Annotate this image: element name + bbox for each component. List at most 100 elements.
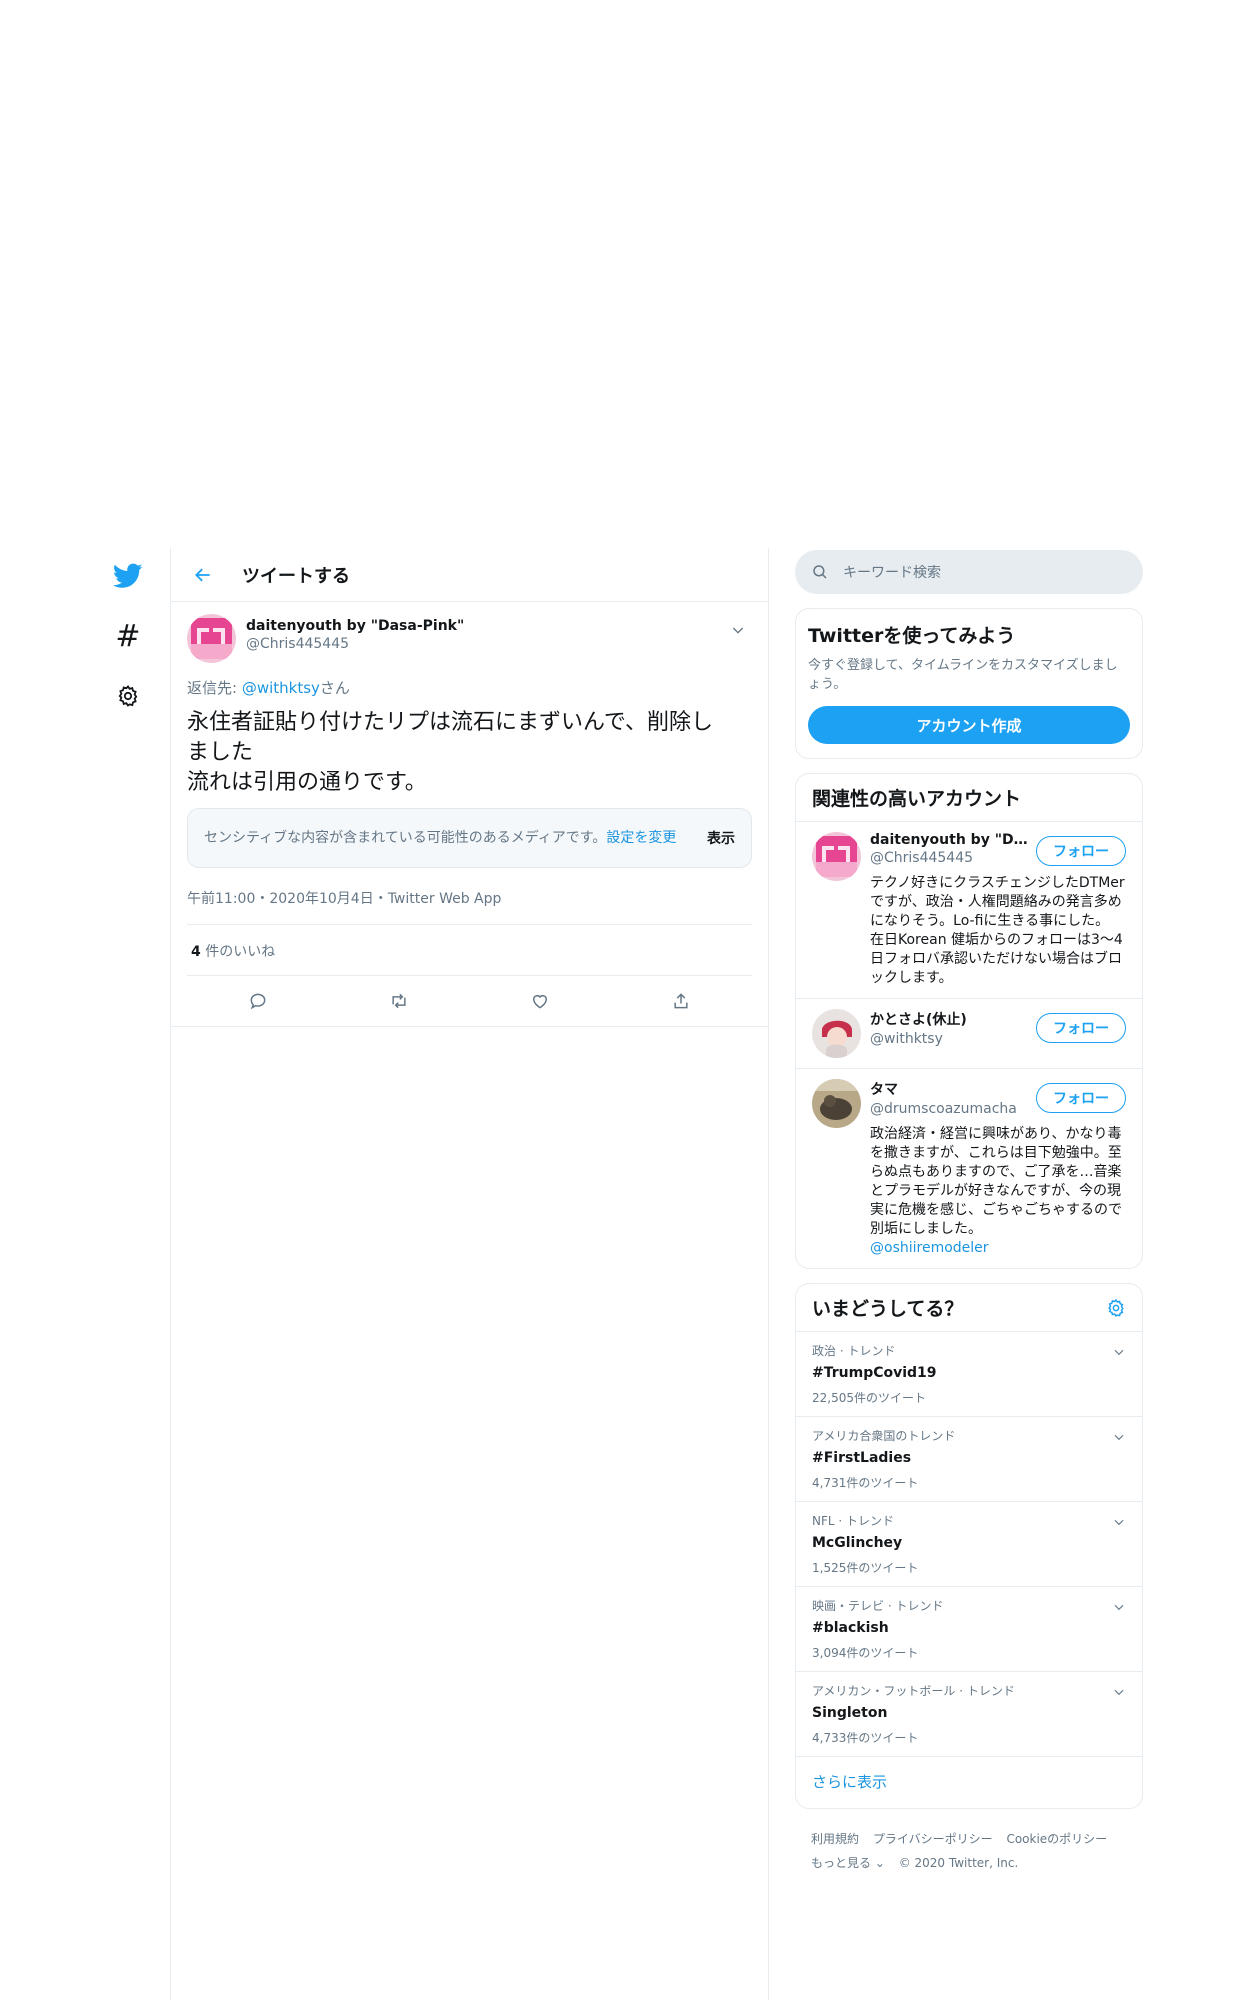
account-item[interactable]: かとさよ(休止) @withktsy フォロー	[796, 999, 1142, 1069]
user-block: daitenyouth by "Dasa-Pink" @Chris445445	[246, 614, 464, 652]
account-name[interactable]: タマ	[870, 1079, 1030, 1099]
account-bio-link[interactable]: @oshiiremodeler	[870, 1240, 989, 1256]
avatar[interactable]	[812, 1009, 861, 1058]
sensitive-message: センシティブな内容が含まれている可能性のあるメディアです。	[204, 829, 607, 846]
copyright: © 2020 Twitter, Inc.	[898, 1856, 1019, 1870]
signup-subtitle: 今すぐ登録して、タイムラインをカスタマイズしましょう。	[808, 658, 1118, 692]
trends-title: いまどうしてる？	[812, 1298, 964, 1320]
hashtag-icon[interactable]: #	[100, 608, 156, 664]
show-more-link[interactable]: さらに表示	[796, 1757, 1142, 1808]
tweet-text-line: 永住者証貼り付けたリプは流石にまずいんで、削除し	[187, 710, 714, 735]
twitter-bird-icon[interactable]	[100, 548, 156, 604]
back-arrow-icon	[195, 568, 210, 581]
create-account-button[interactable]: アカウント作成	[808, 706, 1130, 744]
tweet-text-line: 流れは引用の通りです。	[187, 770, 427, 795]
signup-title: Twitterを使ってみよう	[808, 625, 1016, 647]
trend-item[interactable]: アメリカン・フットボール · トレンド Singleton 4,733件のツイー…	[796, 1672, 1142, 1757]
trend-name: Singleton	[812, 1705, 888, 1721]
trend-item[interactable]: アメリカ合衆国のトレンド #FirstLadies 4,731件のツイート	[796, 1417, 1142, 1502]
trend-item[interactable]: 映画・テレビ · トレンド #blackish 3,094件のツイート	[796, 1587, 1142, 1672]
trend-count: 4,733件のツイート	[812, 1731, 919, 1745]
more-link[interactable]: もっと見る ⌄	[811, 1856, 885, 1870]
terms-link[interactable]: 利用規約	[811, 1832, 859, 1846]
sensitive-media-notice: センシティブな内容が含まれている可能性のあるメディアです。設定を変更 表示	[187, 808, 752, 868]
trend-name: #blackish	[812, 1620, 889, 1636]
trend-count: 22,505件のツイート	[812, 1391, 926, 1405]
trend-name: McGlinchey	[812, 1535, 903, 1551]
share-icon[interactable]	[661, 981, 701, 1021]
likes-number: 4	[191, 944, 201, 960]
follow-button[interactable]: フォロー	[1036, 1083, 1126, 1113]
account-item[interactable]: daitenyouth by "Dasa... @Chris445445 テクノ…	[796, 822, 1142, 999]
signup-card: Twitterを使ってみよう 今すぐ登録して、タイムラインをカスタマイズしましょ…	[795, 608, 1143, 759]
trend-item[interactable]: 政治 · トレンド #TrumpCovid19 22,505件のツイート	[796, 1332, 1142, 1417]
related-title: 関連性の高いアカウント	[812, 788, 1022, 810]
hashtag-glyph: #	[115, 618, 141, 654]
tweet-divider	[171, 1026, 768, 1027]
chevron-down-icon[interactable]	[730, 622, 746, 642]
reply-prefix: 返信先:	[187, 679, 242, 697]
search-input[interactable]: キーワード検索	[843, 562, 941, 582]
tweet-meta[interactable]: 午前11:00・2020年10月4日・Twitter Web App	[187, 888, 752, 925]
trend-count: 1,525件のツイート	[812, 1561, 919, 1575]
likes-count[interactable]: 4 件のいいね	[187, 925, 752, 976]
privacy-link[interactable]: プライバシーポリシー	[873, 1832, 993, 1846]
back-button[interactable]	[189, 561, 217, 589]
trend-count: 3,094件のツイート	[812, 1646, 919, 1660]
related-header: 関連性の高いアカウント	[796, 774, 1142, 822]
related-accounts-card: 関連性の高いアカウント daitenyouth by "Dasa... @Chr…	[795, 773, 1143, 1269]
footer: 利用規約 プライバシーポリシー Cookieのポリシー もっと見る ⌄ © 20…	[795, 1827, 1143, 1875]
user-handle[interactable]: @Chris445445	[246, 636, 464, 652]
trend-context: NFL · トレンド	[812, 1514, 895, 1528]
chevron-down-icon[interactable]	[1112, 1429, 1126, 1448]
trends-settings-gear-icon[interactable]	[1106, 1298, 1126, 1318]
trend-item[interactable]: NFL · トレンド McGlinchey 1,525件のツイート	[796, 1502, 1142, 1587]
right-sidebar: キーワード検索 Twitterを使ってみよう 今すぐ登録して、タイムラインをカス…	[795, 550, 1143, 1875]
chevron-down-icon[interactable]	[1112, 1599, 1126, 1618]
account-bio: テクノ好きにクラスチェンジしたDTMerですが、政治・人権問題絡みの発言多めにな…	[870, 875, 1125, 986]
trend-name: #TrumpCovid19	[812, 1365, 937, 1381]
cookie-link[interactable]: Cookieのポリシー	[1006, 1832, 1107, 1846]
account-bio: 政治経済・経営に興味があり、かなり毒を撒きますが、これらは目下勉強中。至らぬ点も…	[870, 1125, 1126, 1258]
retweet-icon[interactable]	[379, 981, 419, 1021]
trend-context: 政治 · トレンド	[812, 1344, 896, 1358]
trend-context: アメリカ合衆国のトレンド	[812, 1429, 956, 1443]
trend-name: #FirstLadies	[812, 1450, 912, 1466]
gear-icon[interactable]	[100, 668, 156, 724]
change-settings-link[interactable]: 設定を変更	[606, 830, 676, 846]
main-column: ツイートする daitenyouth by "Dasa-Pink" @Chris…	[170, 548, 769, 2000]
reply-to: 返信先: @withktsyさん	[187, 677, 752, 698]
main-header: ツイートする	[171, 548, 768, 602]
like-heart-icon[interactable]	[520, 981, 560, 1021]
page-title: ツイートする	[242, 565, 350, 587]
account-item[interactable]: タマ @drumscoazumacha 政治経済・経営に興味があり、かなり毒を撒…	[796, 1069, 1142, 1268]
trend-context: アメリカン・フットボール · トレンド	[812, 1684, 1015, 1698]
account-name[interactable]: daitenyouth by "Dasa...	[870, 832, 1030, 848]
account-bio-text: 政治経済・経営に興味があり、かなり毒を撒きますが、これらは目下勉強中。至らぬ点も…	[870, 1126, 1122, 1237]
chevron-down-icon[interactable]	[1112, 1344, 1126, 1363]
chevron-down-icon[interactable]	[1112, 1514, 1126, 1533]
tweet-text: 永住者証貼り付けたリプは流石にまずいんで、削除し ました 流れは引用の通りです。	[187, 708, 752, 798]
user-name[interactable]: daitenyouth by "Dasa-Pink"	[246, 618, 464, 634]
trends-card: いまどうしてる？ 政治 · トレンド #TrumpCovid19 22,505件…	[795, 1283, 1143, 1809]
chevron-down-icon[interactable]	[1112, 1684, 1126, 1703]
trend-context: 映画・テレビ · トレンド	[812, 1599, 944, 1613]
sensitive-text: センシティブな内容が含まれている可能性のあるメディアです。設定を変更	[204, 829, 694, 848]
tweet-text-line: ました	[187, 740, 254, 765]
tweet: daitenyouth by "Dasa-Pink" @Chris445445 …	[171, 602, 768, 1026]
reply-suffix: さん	[319, 679, 350, 697]
likes-label: 件のいいね	[200, 944, 276, 960]
follow-button[interactable]: フォロー	[1036, 836, 1126, 866]
reply-handle-link[interactable]: @withktsy	[242, 679, 320, 697]
show-media-button[interactable]: 表示	[707, 828, 735, 848]
reply-icon[interactable]	[238, 981, 278, 1021]
avatar[interactable]	[812, 832, 861, 881]
trend-count: 4,731件のツイート	[812, 1476, 919, 1490]
search-box[interactable]: キーワード検索	[795, 550, 1143, 594]
follow-button[interactable]: フォロー	[1036, 1013, 1126, 1043]
account-name[interactable]: かとさよ(休止)	[870, 1009, 1030, 1029]
avatar[interactable]	[187, 614, 236, 663]
tweet-header: daitenyouth by "Dasa-Pink" @Chris445445	[187, 614, 752, 663]
avatar[interactable]	[812, 1079, 861, 1128]
left-nav: #	[100, 548, 156, 728]
